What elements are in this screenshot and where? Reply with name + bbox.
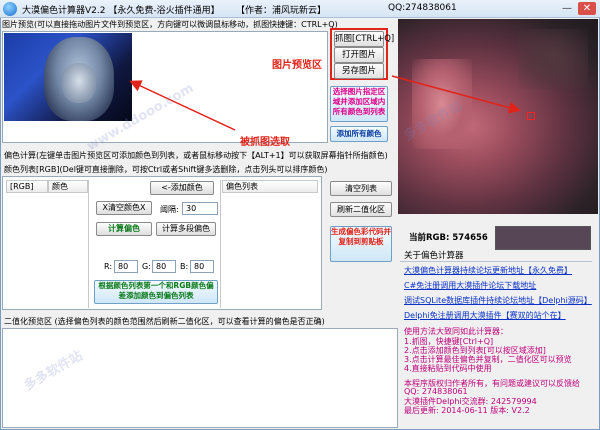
threshold-label: 阈隔:: [160, 205, 179, 214]
select-region-add-button[interactable]: 选择图片指定区域并添加区域内所有颜色到列表: [330, 86, 388, 122]
zoom-target-marker: [527, 112, 535, 120]
preview-area-annotation: 图片预览区: [272, 60, 322, 71]
b-label: B:: [180, 262, 189, 271]
minimize-button[interactable]: —: [558, 2, 576, 15]
qq-text: QQ: 274838061: [404, 387, 468, 396]
about-link-sqlite[interactable]: 调试SQLite数据库插件持续论坛地址【Delphi源码】: [404, 295, 592, 306]
about-link-delphi[interactable]: Delphi免注册调用大漠插件【赛双的站个在】: [404, 310, 566, 321]
column-color[interactable]: 颜色: [48, 180, 88, 193]
save-image-button[interactable]: 另存图片: [334, 63, 384, 79]
photo-highlight: [62, 63, 96, 103]
about-title: 关于偏色计算器: [404, 251, 464, 261]
zoom-shadow: [518, 29, 588, 89]
captured-area-annotation: 被抓图选取: [240, 137, 290, 148]
window-qq: QQ:274838061: [388, 3, 457, 13]
about-divider: [400, 261, 592, 262]
generate-code-button[interactable]: 生成偏色彩代码并复制到剪贴板: [330, 226, 392, 262]
app-icon: [3, 2, 17, 16]
threshold-input[interactable]: 30: [182, 202, 218, 215]
about-link-csharp[interactable]: C#免注册调用大漠插件论坛下载地址: [404, 280, 536, 291]
color-calc-label: 偏色计算(左键单击图片预览区可添加颜色到列表，或者鼠标移动按下【ALT+1】可以…: [4, 151, 388, 160]
refresh-binarize-button[interactable]: 刷新二值化区: [330, 202, 392, 217]
capture-button[interactable]: 抓图[CTRL+Q]: [334, 31, 394, 47]
r-input[interactable]: 80: [114, 260, 138, 273]
binarize-preview-area: [2, 328, 398, 428]
calc-by-rgb-button[interactable]: 根据颜色列表第一个和RGB颜色偏差添加颜色到偏色列表: [94, 280, 218, 304]
clear-colors-button[interactable]: X清空颜色X: [96, 201, 152, 215]
list-divider: [220, 180, 221, 308]
color-list-label: 颜色列表[RGB](Del键可直接删除，可按Ctrl或者Shift键多选删除，点…: [4, 165, 328, 174]
close-button[interactable]: ✕: [578, 2, 596, 15]
window-author: 【作者：浦风玩新云】: [236, 6, 327, 16]
column-offset-list[interactable]: 偏色列表: [222, 180, 318, 193]
calc-offset-button[interactable]: 计算偏色: [96, 222, 152, 236]
column-rgb[interactable]: [RGB]: [6, 180, 48, 193]
r-label: R:: [104, 262, 113, 271]
usage-step-4: 4.直接粘贴到代码中使用: [404, 364, 492, 373]
binarize-label: 二值化预览区 (选择偏色列表的颜色范围然后刷新二值化区，可以查看计算的偏色是否正…: [4, 317, 325, 326]
add-color-button[interactable]: <-添加颜色: [150, 181, 214, 195]
b-input[interactable]: 80: [190, 260, 214, 273]
clear-list-button[interactable]: 清空列表: [330, 181, 392, 196]
current-rgb-readout: 当前RGB: 574656: [409, 233, 488, 243]
g-input[interactable]: 80: [152, 260, 176, 273]
update-date-text: 最后更新: 2014-06-11 版本: V2.2: [404, 406, 530, 415]
calc-multi-offset-button[interactable]: 计算多段偏色: [156, 222, 216, 236]
current-color-swatch: [495, 226, 591, 250]
window-title: 大漠偏色计算器V2.2 【永久免费-浴火插件通用】: [22, 6, 220, 16]
g-label: G:: [142, 262, 151, 271]
add-all-colors-button[interactable]: 添加所有颜色: [330, 126, 388, 142]
about-link-update[interactable]: 大漠偏色计算器持续论坛更新地址【永久免费】: [404, 265, 572, 276]
open-image-button[interactable]: 打开图片: [334, 47, 384, 63]
captured-image[interactable]: [4, 33, 132, 121]
list-divider: [88, 180, 89, 308]
